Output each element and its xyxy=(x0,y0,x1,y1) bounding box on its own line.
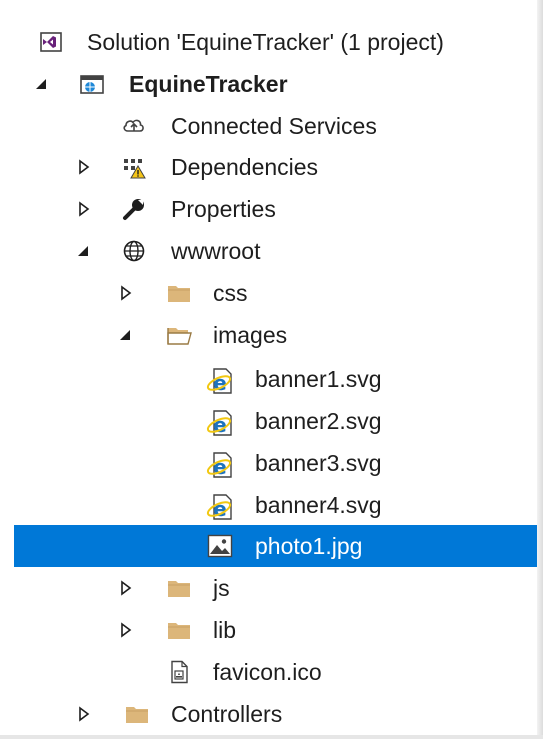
tree-item-label: lib xyxy=(213,617,237,643)
svg-text:e: e xyxy=(213,413,227,437)
tree-item-banner2[interactable]: e banner2.svg xyxy=(0,400,537,442)
tree-item-label: EquineTracker xyxy=(129,71,288,97)
tree-item-label: banner1.svg xyxy=(255,366,382,392)
folder-icon xyxy=(166,281,192,305)
tree-item-label: images xyxy=(213,322,288,348)
collapsed-arrow-icon[interactable] xyxy=(74,199,94,219)
collapsed-arrow-icon[interactable] xyxy=(74,157,94,177)
tree-item-connected-services[interactable]: Connected Services xyxy=(0,105,537,147)
dependencies-warning-icon xyxy=(121,155,147,179)
ico-file-icon xyxy=(166,660,192,684)
panel-right-border xyxy=(537,0,543,739)
collapsed-arrow-icon[interactable] xyxy=(116,620,136,640)
svg-text:e: e xyxy=(213,371,227,395)
tree-item-banner1[interactable]: e banner1.svg xyxy=(0,358,537,400)
internet-explorer-file-icon: e xyxy=(205,367,232,395)
tree-item-wwwroot[interactable]: wwwroot xyxy=(0,230,537,272)
tree-item-banner3[interactable]: e banner3.svg xyxy=(0,442,537,484)
tree-item-js[interactable]: js xyxy=(0,567,537,609)
folder-icon xyxy=(166,576,192,600)
web-project-icon xyxy=(79,72,105,96)
folder-icon xyxy=(166,618,192,642)
tree-item-label: banner2.svg xyxy=(255,408,382,434)
svg-text:e: e xyxy=(213,455,227,479)
tree-item-label: Properties xyxy=(171,196,276,222)
tree-item-banner4[interactable]: e banner4.svg xyxy=(0,484,537,526)
tree-item-controllers[interactable]: Controllers xyxy=(0,693,537,735)
tree-item-label: banner3.svg xyxy=(255,450,382,476)
tree-item-label: favicon.ico xyxy=(213,659,322,685)
tree-item-favicon[interactable]: favicon.ico xyxy=(0,651,537,693)
tree-item-label: js xyxy=(213,575,230,601)
tree-item-dependencies[interactable]: Dependencies xyxy=(0,146,537,188)
tree-item-label: Solution 'EquineTracker' (1 project) xyxy=(87,29,444,55)
internet-explorer-file-icon: e xyxy=(205,409,232,437)
solution-explorer-panel: Solution 'EquineTracker' (1 project) Equ… xyxy=(0,0,543,739)
tree-item-label: photo1.jpg xyxy=(255,533,363,559)
internet-explorer-file-icon: e xyxy=(205,451,232,479)
expanded-arrow-icon[interactable] xyxy=(116,325,136,345)
globe-icon xyxy=(121,239,147,263)
image-file-icon xyxy=(207,534,233,558)
wrench-icon xyxy=(121,197,147,221)
svg-text:e: e xyxy=(213,497,227,521)
tree-item-label: css xyxy=(213,280,248,306)
collapsed-arrow-icon[interactable] xyxy=(74,704,94,724)
expanded-arrow-icon[interactable] xyxy=(74,241,94,261)
tree-item-label: Connected Services xyxy=(171,113,377,139)
tree-item-css[interactable]: css xyxy=(0,272,537,314)
collapsed-arrow-icon[interactable] xyxy=(116,578,136,598)
panel-bottom-border xyxy=(0,735,543,739)
expanded-arrow-icon[interactable] xyxy=(32,74,52,94)
connected-services-icon xyxy=(121,114,147,138)
tree-item-label: banner4.svg xyxy=(255,492,382,518)
tree-item-images[interactable]: images xyxy=(0,314,537,356)
tree-item-lib[interactable]: lib xyxy=(0,609,537,651)
tree-item-label: Dependencies xyxy=(171,154,319,180)
folder-icon xyxy=(124,702,150,726)
tree-item-label: wwwroot xyxy=(171,238,261,264)
tree-item-project[interactable]: EquineTracker xyxy=(0,63,537,105)
internet-explorer-file-icon: e xyxy=(205,493,232,521)
tree-item-label: Controllers xyxy=(171,701,283,727)
open-folder-icon xyxy=(166,323,192,347)
tree-item-solution[interactable]: Solution 'EquineTracker' (1 project) xyxy=(0,21,537,63)
tree-item-photo1[interactable]: photo1.jpg xyxy=(14,525,537,567)
tree-item-properties[interactable]: Properties xyxy=(0,188,537,230)
collapsed-arrow-icon[interactable] xyxy=(116,283,136,303)
visual-studio-solution-icon xyxy=(38,30,64,54)
